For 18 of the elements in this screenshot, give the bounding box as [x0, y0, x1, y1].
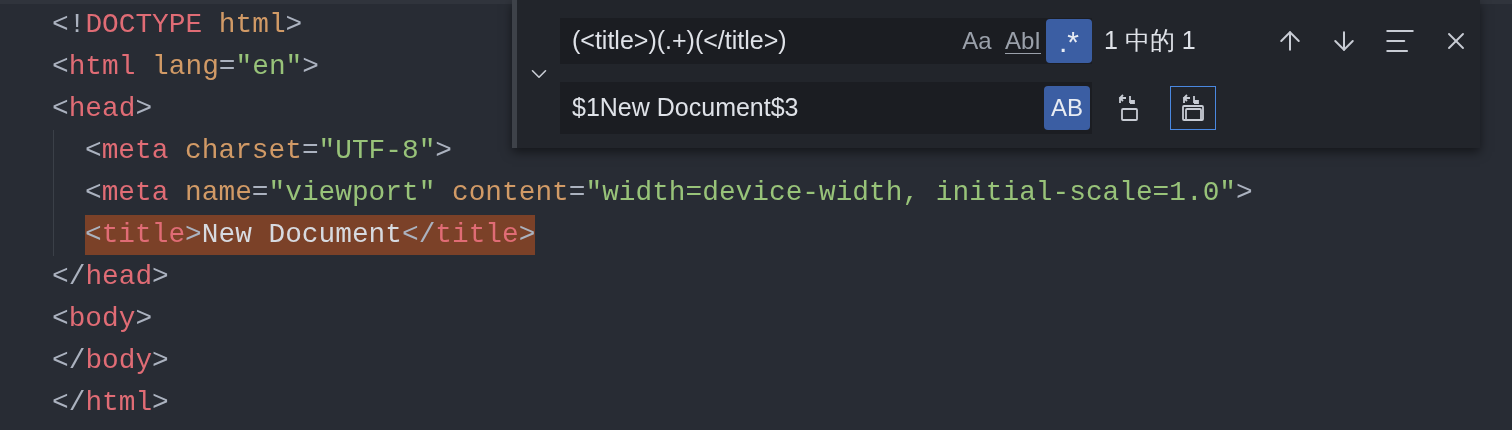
code-line: </head>	[52, 260, 169, 294]
preserve-case-toggle[interactable]: AB	[1044, 86, 1090, 130]
code-line: <html lang="en">	[52, 50, 319, 84]
replace-input[interactable]: $1New Document$3 AB	[560, 82, 1092, 134]
code-line: <!DOCTYPE html>	[52, 8, 303, 42]
code-line: </html>	[52, 386, 169, 420]
code-line: </body>	[52, 344, 169, 378]
find-input[interactable]: (<title>)(.+)(</title>) Aa AbI .*	[560, 18, 1092, 64]
code-line: <meta name="viewport" content="width=device-width, initial-scale=1.0">	[85, 176, 1253, 210]
replace-all-icon	[1180, 93, 1206, 123]
code-line: <meta charset="UTF-8">	[85, 134, 453, 168]
match-case-toggle[interactable]: Aa	[954, 19, 1000, 63]
code-line: <head>	[52, 92, 153, 126]
code-line: <body>	[52, 302, 153, 336]
whole-word-toggle[interactable]: AbI	[1000, 19, 1046, 63]
regex-toggle[interactable]: .*	[1046, 19, 1092, 63]
match-count: 1 中的 1	[1104, 25, 1197, 57]
replace-all-button[interactable]	[1170, 86, 1216, 130]
